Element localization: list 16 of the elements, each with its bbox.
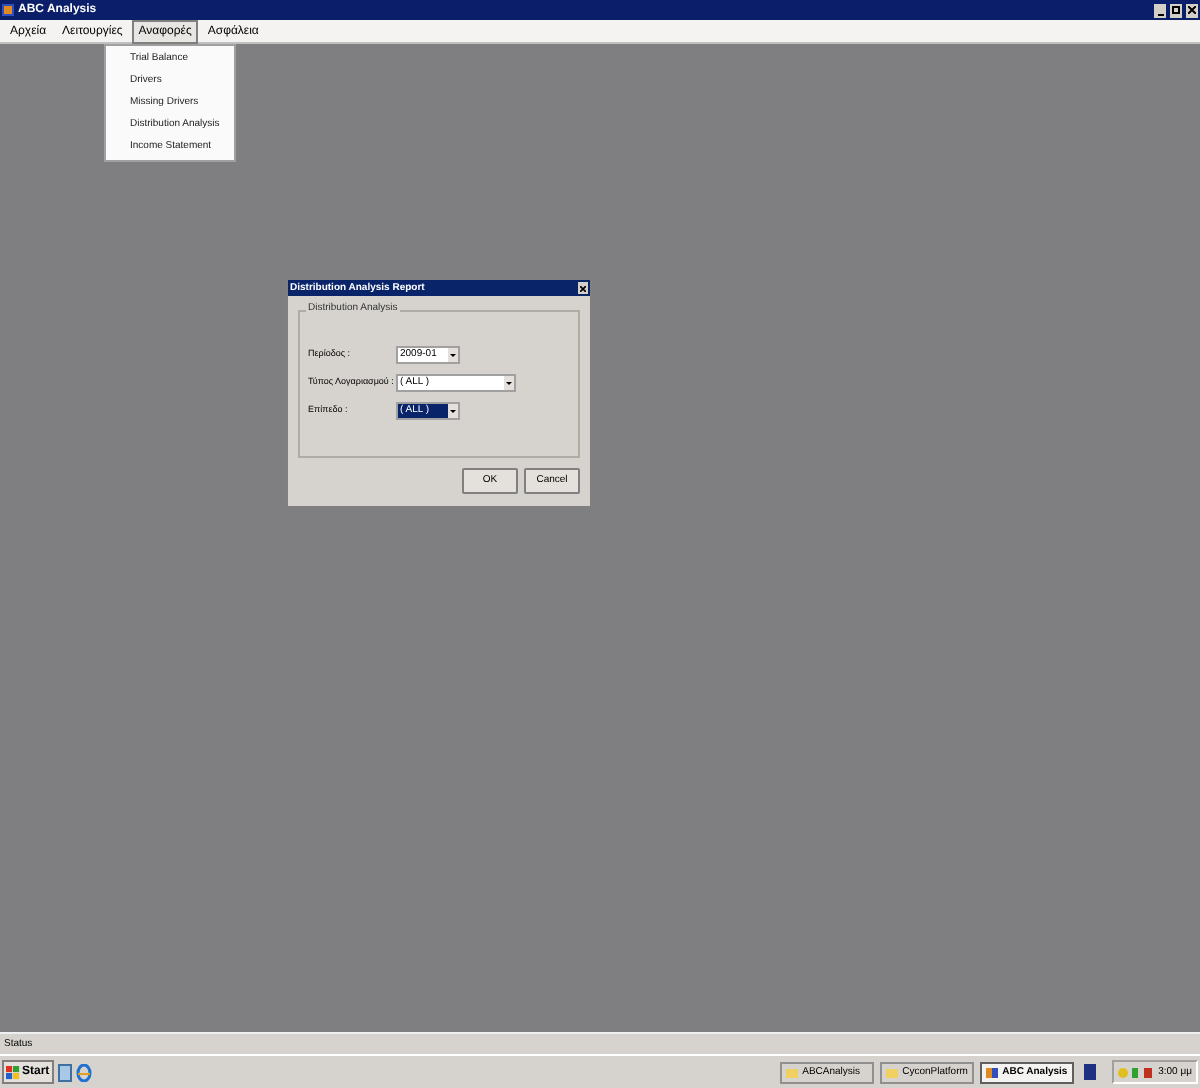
close-button[interactable] bbox=[578, 282, 588, 294]
close-button[interactable] bbox=[1186, 3, 1198, 17]
caret-icon bbox=[448, 348, 458, 362]
caret-icon bbox=[448, 404, 458, 418]
app-icon bbox=[986, 1067, 999, 1077]
desktop-shortcut-icon[interactable] bbox=[57, 1063, 72, 1081]
caret-icon bbox=[504, 376, 514, 390]
maximize-button[interactable] bbox=[1170, 3, 1182, 17]
windows-logo-icon bbox=[6, 1065, 20, 1079]
browser-icon[interactable] bbox=[75, 1063, 92, 1081]
tray-icons-drawing bbox=[1118, 1065, 1155, 1079]
language-icon[interactable] bbox=[1084, 1064, 1097, 1080]
minimize-button[interactable] bbox=[1154, 3, 1166, 17]
app-icon bbox=[2, 4, 14, 16]
folder-icon bbox=[886, 1067, 899, 1077]
folder-icon bbox=[786, 1067, 799, 1077]
